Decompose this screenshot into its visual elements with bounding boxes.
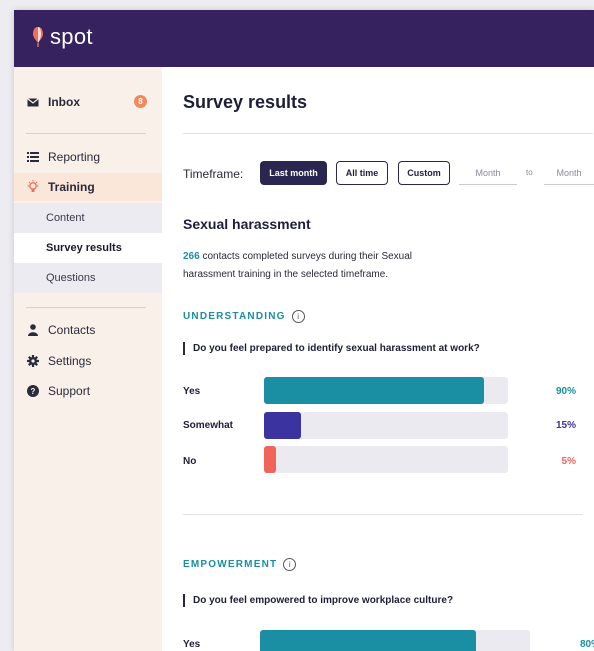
sidebar-subitem-questions[interactable]: Questions — [14, 263, 162, 293]
category-label: EMPOWERMENT — [183, 559, 278, 570]
answer-percent: 5% — [561, 456, 576, 467]
question-text: Do you feel empowered to improve workpla… — [183, 594, 453, 607]
sidebar-item-settings[interactable]: Settings — [14, 347, 162, 375]
sidebar-item-inbox[interactable]: Inbox 8 — [14, 88, 162, 116]
question-category: EMPOWERMENT i — [183, 558, 297, 571]
answer-label: Somewhat — [183, 420, 234, 431]
svg-text:?: ? — [31, 387, 36, 396]
sidebar-item-reporting[interactable]: Reporting — [14, 143, 162, 171]
sidebar-item-label: Support — [48, 384, 91, 398]
description-text: contacts completed surveys during their … — [183, 251, 413, 280]
section-divider — [183, 514, 583, 515]
balloon-logo-icon — [33, 27, 43, 47]
list-icon — [26, 152, 40, 162]
brand-name: spot — [50, 24, 93, 49]
answer-bar-fill — [264, 446, 277, 473]
custom-button[interactable]: Custom — [398, 161, 450, 185]
title-divider — [183, 133, 593, 134]
help-icon: ? — [26, 385, 40, 397]
answer-bar-track — [264, 446, 508, 473]
sidebar-subitem-label: Survey results — [46, 242, 122, 254]
sidebar-item-support[interactable]: ? Support — [14, 377, 162, 405]
answer-percent: 80% — [579, 639, 594, 650]
contacts-count: 266 — [183, 251, 200, 262]
sidebar-divider — [26, 307, 146, 308]
info-icon[interactable]: i — [283, 558, 297, 571]
answer-bar-track — [260, 630, 530, 651]
last-month-button[interactable]: Last month — [260, 161, 327, 185]
sidebar-item-label: Reporting — [48, 150, 101, 164]
answer-label: Yes — [183, 639, 201, 650]
answer-bar-track — [264, 377, 508, 404]
logo[interactable]: spot — [32, 24, 93, 50]
all-time-button[interactable]: All time — [336, 161, 388, 185]
main-content: Survey results Timeframe: Last month All… — [162, 67, 594, 651]
sidebar-subitem-label: Content — [46, 212, 85, 224]
question-category: UNDERSTANDING i — [183, 310, 305, 323]
answer-bar-fill — [264, 412, 301, 439]
envelope-icon — [26, 97, 40, 107]
sidebar-item-label: Inbox — [48, 95, 80, 109]
lightbulb-icon — [26, 180, 40, 194]
sidebar-subitem-content[interactable]: Content — [14, 203, 162, 233]
category-label: UNDERSTANDING — [183, 311, 286, 322]
sidebar-item-label: Training — [48, 180, 95, 194]
section-title: Sexual harassment — [183, 216, 311, 232]
sidebar-subitem-label: Questions — [46, 272, 96, 284]
sidebar-item-label: Settings — [48, 354, 92, 368]
to-label: to — [526, 168, 533, 177]
gear-icon — [26, 355, 40, 367]
page-title: Survey results — [183, 92, 308, 112]
month-from-input[interactable]: Month — [459, 161, 517, 185]
person-icon — [26, 324, 40, 336]
answer-bar-track — [264, 412, 508, 439]
month-to-input[interactable]: Month — [544, 161, 594, 185]
sidebar: Inbox 8 Reporting Training Content Surve… — [14, 67, 162, 651]
answer-label: No — [183, 456, 197, 467]
question-text: Do you feel prepared to identify sexual … — [183, 342, 480, 355]
answer-bar-fill — [264, 377, 484, 404]
sidebar-item-training[interactable]: Training — [14, 173, 162, 201]
answer-percent: 90% — [555, 386, 576, 397]
sidebar-subitem-survey-results[interactable]: Survey results — [14, 233, 162, 263]
sidebar-item-label: Contacts — [48, 323, 96, 337]
survey-description: 266 contacts completed surveys during th… — [183, 248, 463, 284]
info-icon[interactable]: i — [291, 310, 305, 323]
top-bar: spot — [14, 10, 594, 67]
answer-bar-fill — [260, 630, 476, 651]
answer-percent: 15% — [555, 420, 576, 431]
sidebar-item-contacts[interactable]: Contacts — [14, 316, 162, 344]
timeframe-label: Timeframe: — [183, 167, 244, 181]
sidebar-divider — [26, 133, 146, 134]
app-window: spot Inbox 8 Reporting Training Content — [14, 10, 594, 651]
answer-label: Yes — [183, 386, 201, 397]
unread-badge: 8 — [134, 95, 147, 108]
